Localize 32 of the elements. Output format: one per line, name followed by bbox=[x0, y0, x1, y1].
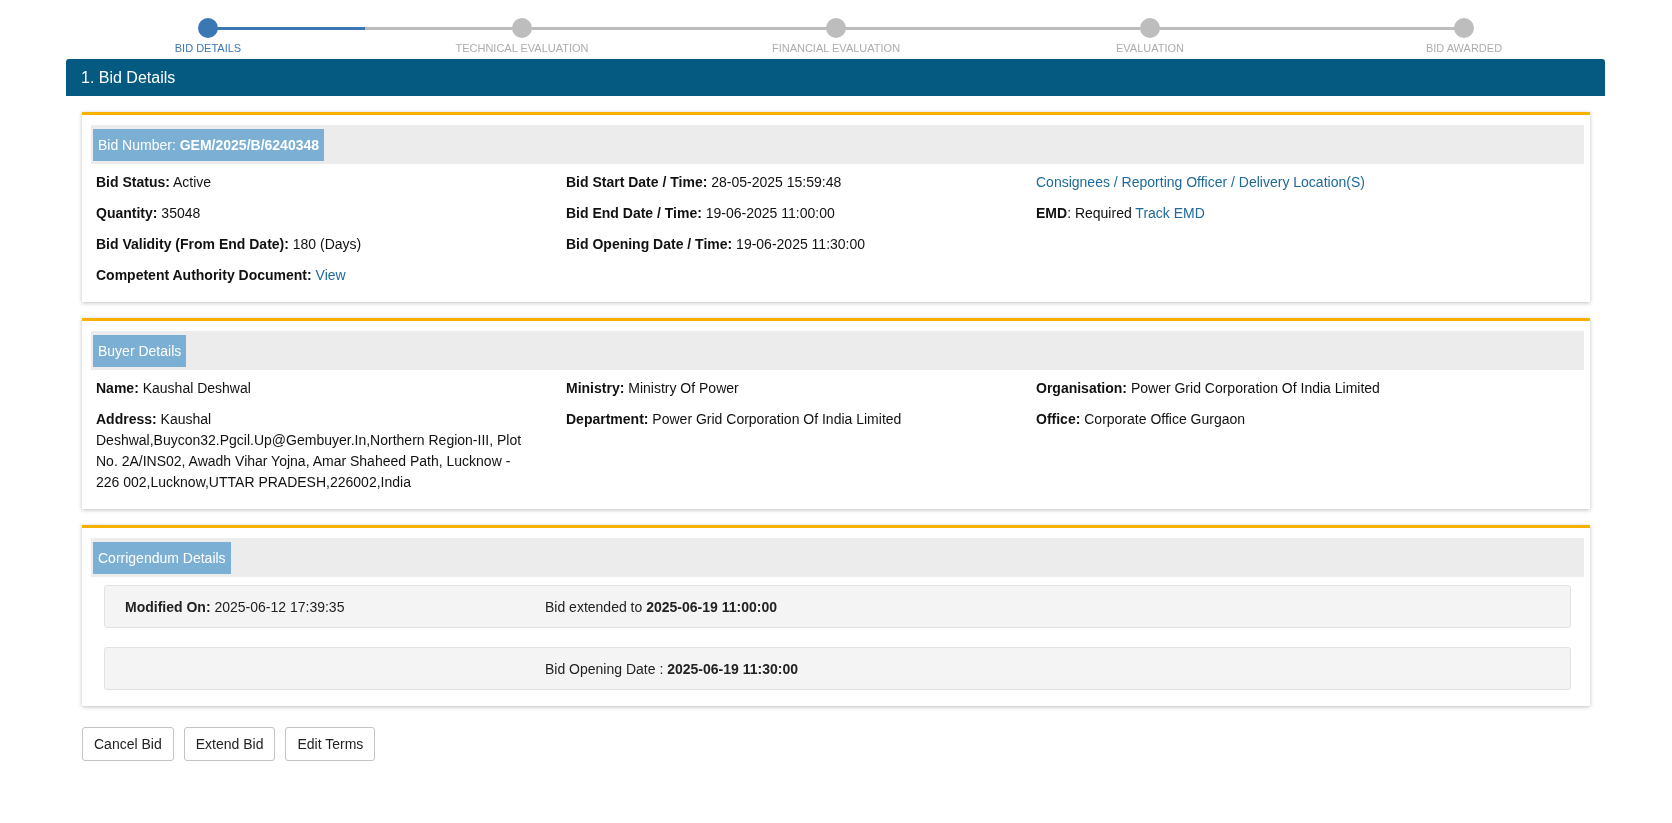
field-text: Department: Power Grid Corporation Of India Limited bbox=[566, 410, 903, 429]
modified-on-text: Modified On: 2025-06-12 17:39:35 bbox=[125, 598, 345, 615]
field-text: Organisation: Power Grid Corporation Of India Limited bbox=[1036, 379, 1381, 398]
link[interactable]: Track EMD bbox=[1135, 205, 1205, 221]
field-text: Bid Start Date / Time: 28-05-2025 15:59:48 bbox=[566, 173, 843, 192]
link[interactable]: View bbox=[315, 267, 346, 283]
section-title-bar: 1. Bid Details bbox=[66, 59, 1605, 96]
card-heading: Corrigendum Details bbox=[93, 541, 231, 574]
field-text: Office: Corporate Office Gurgaon bbox=[1036, 410, 1247, 429]
link[interactable]: Consignees / Reporting Officer / Delivery Location(S) bbox=[1036, 174, 1365, 190]
action-button[interactable]: Cancel Bid bbox=[82, 727, 174, 761]
action-button[interactable]: Extend Bid bbox=[183, 727, 276, 761]
card-heading: Buyer Details bbox=[93, 334, 187, 367]
step-label: FINANCIAL EVALUATION bbox=[771, 42, 901, 54]
field-text: Bid Validity (From End Date): 180 (Days) bbox=[96, 235, 363, 254]
field-text: Competent Authority Document: bbox=[96, 267, 313, 283]
step-label: BID DETAILS bbox=[174, 42, 242, 54]
step-label: BID AWARDED bbox=[1425, 42, 1503, 54]
card-heading: Bid Number: GEM/2025/B/6240348 bbox=[93, 128, 325, 161]
field-text: EMD: Required bbox=[1036, 205, 1133, 221]
corrigendum-text: Bid extended to 2025-06-19 11:00:00 bbox=[545, 598, 777, 615]
field-text: Name: Kaushal Deshwal bbox=[96, 379, 252, 398]
field-text: Bid Status: Active bbox=[96, 173, 213, 192]
field-text: Quantity: 35048 bbox=[96, 204, 202, 223]
field-text: Address: Kaushal Deshwal,Buycon32.Pgcil.Up@Gembuyer.In,Northern Region-III, Plot No. 2A/INS02, Awadh Vihar Yojna, Amar Shaheed Path, Lucknow - 226 002,Lucknow,UTTAR PRADESH,226002,India bbox=[96, 410, 523, 492]
action-button[interactable]: Edit Terms bbox=[285, 727, 376, 761]
field-text: Bid Opening Date / Time: 19-06-2025 11:30:00 bbox=[566, 235, 867, 254]
step-label: EVALUATION bbox=[1115, 42, 1185, 54]
field-text: Ministry: Ministry Of Power bbox=[566, 379, 740, 398]
corrigendum-text: Bid Opening Date : 2025-06-19 11:30:00 bbox=[545, 660, 798, 677]
field-text: Bid End Date / Time: 19-06-2025 11:00:00 bbox=[566, 204, 836, 223]
step-label: TECHNICAL EVALUATION bbox=[455, 42, 589, 54]
